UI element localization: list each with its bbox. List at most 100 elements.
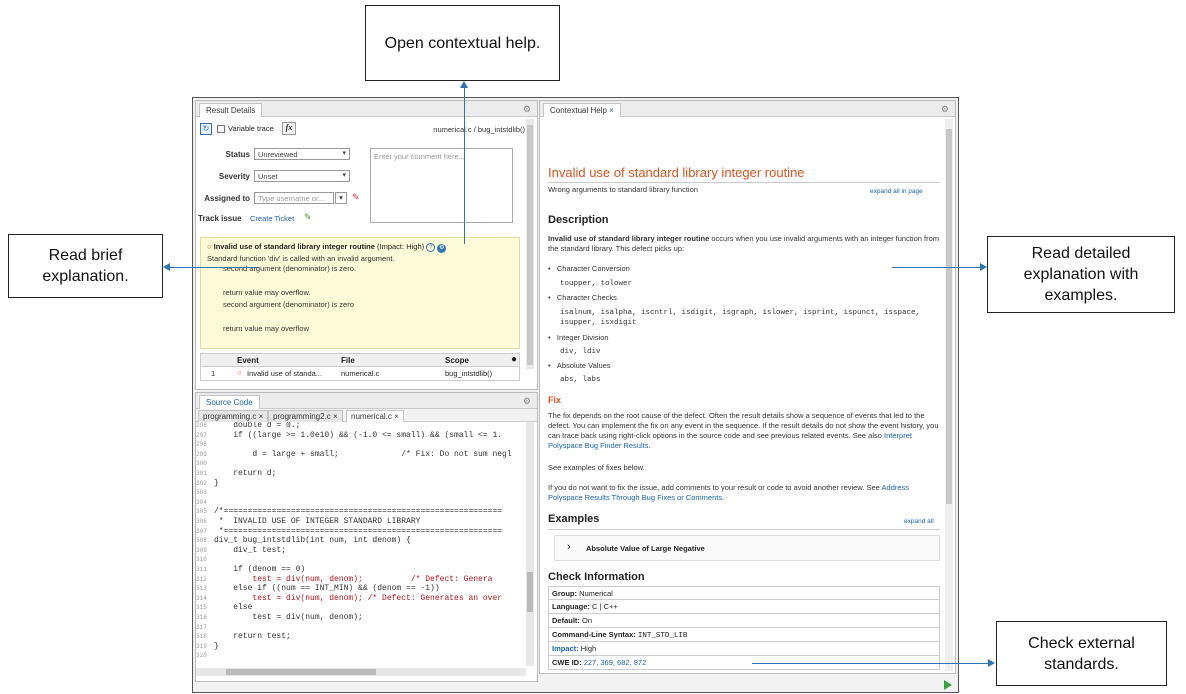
assigned-dropdown-button[interactable]: ▾: [335, 192, 347, 204]
line-number: 320: [196, 652, 207, 660]
arrow-line-detailed: [892, 267, 980, 268]
check-key[interactable]: Impact:: [552, 644, 579, 653]
severity-value: Unset: [258, 172, 278, 181]
line-number: 302: [196, 479, 207, 487]
contextual-help-tabbar: Contextual Help × ⚙: [540, 101, 955, 117]
defect-line-4: second argument (denominator) is zero: [223, 300, 354, 309]
expand-all-in-page-link[interactable]: expand all in page: [870, 187, 923, 197]
severity-dropdown[interactable]: Unset ▾: [254, 170, 350, 182]
check-value: C | C++: [592, 602, 618, 611]
help-scrollbar[interactable]: [945, 119, 953, 671]
contextual-help-panel: Contextual Help × ⚙ Invalid use of stand…: [539, 100, 956, 674]
close-icon[interactable]: ×: [394, 412, 399, 421]
code-text: else if ((num == INT_MIN) && (denom == -…: [214, 584, 440, 594]
code-horizontal-scrollbar[interactable]: [196, 668, 526, 676]
close-icon[interactable]: ×: [333, 412, 338, 421]
code-line: 314 test = div(num, denom); /* Defect: G…: [196, 594, 526, 603]
scrollbar[interactable]: [526, 119, 534, 369]
line-number: 309: [196, 546, 207, 554]
status-dropdown[interactable]: Unreviewed ▾: [254, 148, 350, 160]
code-text: double d = 0.;: [214, 422, 301, 430]
assigned-to-label: Assigned to: [204, 194, 250, 203]
callout-detailed: Read detailed explanation with examples.: [987, 236, 1175, 313]
line-number: 312: [196, 575, 207, 583]
check-key: Default:: [552, 616, 580, 625]
comment-input[interactable]: Enter your comment here...: [370, 148, 513, 223]
refresh-icon[interactable]: ↻: [200, 123, 212, 135]
cwe-links[interactable]: 227, 369, 682, 872: [584, 658, 647, 667]
play-icon[interactable]: [944, 680, 952, 690]
list-item: • Absolute Values: [548, 361, 611, 370]
line-number: 315: [196, 604, 207, 612]
check-row: Group: Numerical: [548, 586, 940, 600]
code-vertical-scrollbar[interactable]: [526, 422, 534, 666]
variable-trace-checkbox[interactable]: [217, 125, 225, 133]
examples-heading: Examples: [548, 513, 600, 525]
gear-icon[interactable]: ⚙: [523, 396, 531, 407]
check-key: Language:: [552, 602, 590, 611]
gear-icon[interactable]: ⚙: [941, 104, 949, 115]
create-ticket-link[interactable]: Create Ticket: [250, 214, 294, 223]
scrollbar-thumb[interactable]: [527, 125, 533, 365]
line-number: 308: [196, 537, 207, 545]
scrollbar-thumb[interactable]: [946, 129, 952, 504]
result-details-tabbar: Result Details ⚙: [196, 101, 537, 117]
defect-header: ○ Invalid use of standard library intege…: [207, 242, 447, 253]
check-information-heading: Check Information: [548, 571, 645, 583]
line-number: 299: [196, 450, 207, 458]
eraser-icon[interactable]: ✎: [352, 192, 360, 203]
code-text: return test;: [214, 632, 291, 642]
code-line: 319}: [196, 641, 526, 651]
code-text: d = large + small; /* Fix: Do not sum ne…: [214, 449, 512, 459]
tab-source-code[interactable]: Source Code: [199, 395, 260, 409]
line-number: 296: [196, 422, 207, 429]
code-text: * INVALID USE OF INTEGER STANDARD LIBRAR…: [214, 517, 421, 526]
help-title: Invalid use of standard library integer …: [548, 165, 805, 180]
row-file: numerical.c: [341, 369, 380, 378]
tab-label: numerical.c: [351, 412, 392, 421]
tab-programming2-c[interactable]: programming2.c ×: [268, 410, 343, 422]
example-accordion[interactable]: › Absolute Value of Large Negative: [554, 535, 940, 561]
assigned-to-input[interactable]: Type username or...: [254, 192, 334, 204]
close-icon[interactable]: ×: [259, 412, 264, 421]
code-text: else: [214, 603, 253, 613]
code-line: 307 *===================================…: [196, 527, 526, 536]
examples-divider: [548, 529, 940, 530]
code-editor[interactable]: 296 double d = 0.; 297 if ((large >= 1.0e…: [196, 422, 526, 666]
code-text: }: [214, 641, 219, 651]
tab-contextual-help[interactable]: Contextual Help ×: [543, 103, 621, 117]
scrollbar-thumb[interactable]: [527, 572, 533, 612]
file-col-header[interactable]: File: [341, 356, 355, 365]
scope-col-header[interactable]: Scope: [445, 356, 469, 365]
line-number: 304: [196, 498, 207, 506]
code-line: 312 test = div(num, denom); /* Defect: G…: [196, 574, 526, 584]
code-line: 300: [196, 460, 526, 468]
defect-circle-icon: ○: [207, 242, 212, 251]
check-value: INT_STD_LIB: [637, 632, 688, 640]
tab-programming-c[interactable]: programming.c ×: [198, 410, 269, 422]
help-icon[interactable]: ?: [426, 243, 436, 252]
event-col-header[interactable]: Event: [237, 356, 259, 365]
close-icon[interactable]: ×: [609, 106, 614, 115]
table-row[interactable]: 1 ○ Invalid use of standa... numerical.c…: [200, 367, 520, 381]
gear-icon[interactable]: ⚙: [523, 104, 531, 115]
review-body: If you do not want to fix the issue, add…: [548, 483, 882, 492]
scrollbar-thumb[interactable]: [226, 669, 376, 675]
tab-result-details[interactable]: Result Details: [199, 103, 263, 117]
line-number: 301: [196, 470, 207, 477]
fx-button[interactable]: fx: [282, 122, 296, 135]
review-text: If you do not want to fix the issue, add…: [548, 483, 910, 502]
code-line: 306 * INVALID USE OF INTEGER STANDARD LI…: [196, 517, 526, 526]
table-options-icon[interactable]: ●: [511, 354, 517, 365]
contextual-help-icon[interactable]: ⚙: [437, 244, 447, 253]
tab-numerical-c[interactable]: numerical.c ×: [346, 410, 404, 422]
ticket-icon: ✎: [304, 212, 312, 222]
check-key: CWE ID:: [552, 658, 582, 667]
code-line: 303: [196, 489, 526, 497]
line-number: 310: [196, 556, 207, 564]
code-text: test = div(num, denom); /* Defect: Gener…: [214, 574, 493, 584]
expand-all-link[interactable]: expand all: [904, 517, 934, 527]
line-number: 311: [196, 566, 207, 573]
list-item: • Character Conversion: [548, 264, 630, 273]
line-number: 298: [196, 441, 207, 449]
